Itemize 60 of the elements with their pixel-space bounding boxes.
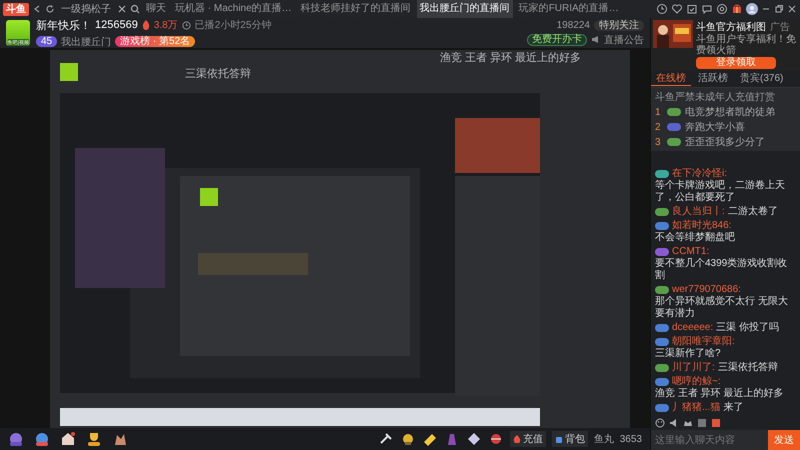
rank-number: 2 bbox=[655, 122, 662, 132]
chat-tab[interactable]: 在线榜 bbox=[651, 72, 691, 86]
send-button[interactable]: 发送 bbox=[768, 430, 800, 450]
chat-message: 二游太卷了 bbox=[728, 206, 778, 218]
chat-username[interactable]: dceeeee: bbox=[672, 322, 714, 334]
chat-username[interactable]: 川了川了: bbox=[672, 362, 715, 374]
browser-tab[interactable]: 玩机器 · Machine的直播… bbox=[172, 0, 295, 18]
ad-title: 斗鱼官方福利图 bbox=[696, 20, 766, 34]
chat-username[interactable]: 朝阳唯宇章阳: bbox=[672, 336, 735, 348]
danmaku-comment: 三渠依托答辩 bbox=[185, 66, 251, 81]
backpack-button[interactable]: 背包 bbox=[552, 431, 588, 447]
follow-button[interactable]: 特别关注 bbox=[594, 20, 644, 30]
heat-count: 3.8万 bbox=[154, 19, 178, 32]
browser-tab[interactable]: 聊天 bbox=[143, 0, 169, 18]
chat-username[interactable]: 如若时光846: bbox=[672, 220, 732, 232]
balance-label: 鱼丸 bbox=[594, 432, 614, 446]
chat-input[interactable]: 这里输入聊天内容 bbox=[651, 430, 768, 450]
search-field[interactable]: 一级捣松子 bbox=[58, 2, 114, 16]
balance-value: 3653 bbox=[620, 434, 642, 444]
ad-text: 斗鱼用户专享福利！免费领火箭 bbox=[696, 34, 797, 56]
chat-message: 三渠依托答辩 bbox=[718, 362, 778, 374]
chat-message: 不会等绯梦翻盘吧 bbox=[655, 232, 735, 244]
chat-message: 要不整几个4399类游戏收割收割 bbox=[655, 258, 788, 282]
chat-message: 等个卡牌游戏吧，二游卷上天了，公白都要死了 bbox=[655, 180, 786, 204]
danmaku-comment: 渔竞 王者 异环 最近上的好多 bbox=[440, 50, 582, 65]
chat-tab[interactable]: 活跃榜 bbox=[693, 72, 733, 86]
stream-duration: 已播2小时25分钟 bbox=[194, 18, 272, 32]
rank-number: 1 bbox=[655, 106, 662, 118]
chat-username[interactable]: 良人当归丨: bbox=[672, 206, 725, 218]
browser-tab[interactable]: 我出腰丘门的直播间 bbox=[416, 0, 513, 18]
chat-username[interactable]: CCMT1: bbox=[672, 246, 710, 258]
chat-message: 来了 bbox=[723, 402, 744, 414]
rank-user[interactable]: 奔跑大学小喜 bbox=[685, 120, 745, 134]
logo[interactable]: 斗鱼 bbox=[3, 2, 29, 16]
chat-username[interactable]: 丿猪猪...猫 bbox=[672, 402, 720, 414]
follower-count: 198224 bbox=[556, 20, 590, 30]
rank-badge[interactable]: 游戏榜 · 第52名 bbox=[115, 36, 196, 47]
level-badge: 45 bbox=[36, 36, 58, 47]
notice-text: 斗鱼严禁未成年人充值打赏 bbox=[655, 90, 776, 104]
chat-message: 渔竞 王者 异环 最近上的好多 bbox=[655, 388, 784, 400]
browser-tab[interactable]: 科技老师挂好了的直播间 bbox=[298, 0, 414, 18]
anchor-name[interactable]: 我出腰丘门 bbox=[61, 34, 112, 48]
login-button[interactable]: 登录领取 bbox=[696, 57, 776, 69]
free-card-button[interactable]: 免费开办卡 bbox=[527, 34, 587, 46]
chat-username[interactable]: wer779070686: bbox=[672, 284, 741, 296]
chat-message: 那个异环就感觉不太行 无限大要有潜力 bbox=[655, 296, 789, 320]
ad-tag: 广告 bbox=[770, 20, 790, 34]
chat-username[interactable]: 在下冷冷怪i: bbox=[672, 168, 727, 180]
chat-message: 三渠 你投了吗 bbox=[716, 322, 779, 334]
recharge-button[interactable]: 充值 bbox=[510, 431, 546, 447]
notice-link[interactable]: 直播公告 bbox=[604, 32, 644, 46]
room-title: 新年快乐！ bbox=[36, 18, 91, 32]
rank-number: 3 bbox=[655, 136, 662, 148]
rank-user[interactable]: 电竞梦想者凯的徒弟 bbox=[685, 105, 775, 119]
chat-tab[interactable]: 贵宾(376) bbox=[735, 72, 788, 86]
browser-tab[interactable]: 玩家的FURIA的直播… bbox=[516, 0, 622, 18]
rank-user[interactable]: 歪歪歪我多少分了 bbox=[685, 135, 765, 149]
chat-message: 三渠新作了啥? bbox=[655, 348, 721, 360]
chat-username[interactable]: 嗯哼的鲸~: bbox=[672, 376, 721, 388]
room-id: 1256569 bbox=[95, 19, 138, 31]
